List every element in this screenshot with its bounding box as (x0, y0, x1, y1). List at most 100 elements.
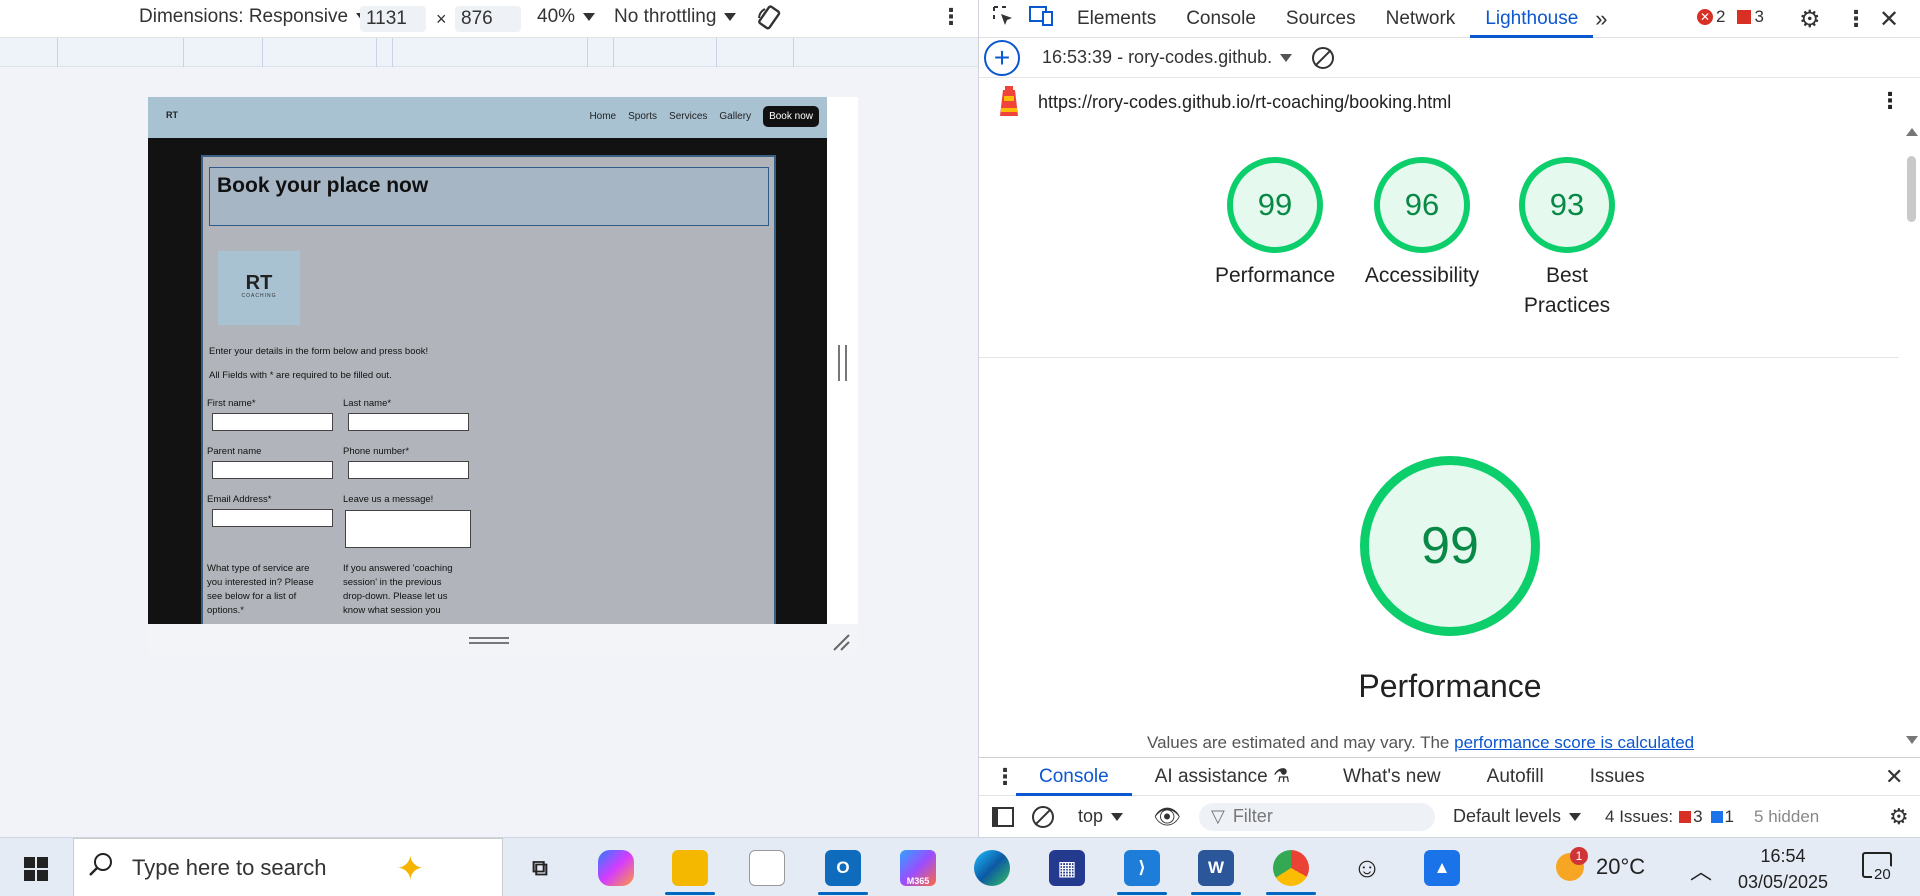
m365-icon[interactable]: M365 (900, 850, 936, 886)
rotate-icon[interactable] (756, 4, 784, 38)
nav-link-sports[interactable]: Sports (628, 111, 657, 122)
media-query-ruler (0, 38, 978, 67)
estimate-note-text: Values are estimated and may vary. The (1147, 733, 1455, 752)
report-scrollbar[interactable] (1902, 128, 1920, 750)
weather-widget[interactable]: 1 20°C (1556, 847, 1645, 881)
throttling-label: No throttling (614, 6, 717, 27)
performance-score-link[interactable]: performance score is calculated (1454, 733, 1694, 752)
log-levels-dropdown[interactable]: Default levels (1453, 806, 1582, 827)
dimensions-dropdown[interactable]: Dimensions: Responsive (139, 6, 369, 28)
ruler-segment[interactable] (793, 38, 953, 67)
windows-start-icon[interactable] (24, 857, 48, 886)
ruler-segment[interactable] (392, 38, 587, 67)
email-field[interactable] (212, 509, 333, 527)
ruler-segment[interactable] (183, 38, 262, 67)
gauge-best-practices[interactable]: 93 Best Practices (1507, 157, 1627, 321)
filter-input[interactable]: ▽ Filter (1198, 802, 1435, 831)
context-selector[interactable]: top (1078, 806, 1124, 827)
close-icon[interactable]: ✕ (1885, 764, 1903, 790)
height-input[interactable]: 876 (455, 6, 521, 32)
more-tabs-icon[interactable]: » (1595, 6, 1607, 32)
drawer-tab-console[interactable]: Console (1016, 766, 1132, 796)
tab-lighthouse[interactable]: Lighthouse (1470, 8, 1594, 38)
sidebar-toggle-icon[interactable] (992, 806, 1014, 827)
site-logo[interactable]: RT (166, 110, 178, 122)
blank-file-icon[interactable] (749, 850, 785, 886)
word-icon[interactable]: W (1198, 850, 1234, 886)
copilot-icon[interactable] (598, 850, 634, 886)
more-options-icon[interactable]: ⋮ (994, 764, 1016, 790)
nav-link-home[interactable]: Home (589, 111, 616, 122)
chrome-icon[interactable] (1273, 850, 1309, 886)
phone-field[interactable] (348, 461, 469, 479)
photos-icon[interactable]: ▲ (1424, 850, 1460, 886)
nav-link-services[interactable]: Services (669, 111, 707, 122)
clock[interactable]: 16:54 03/05/2025 (1735, 843, 1831, 895)
gauge-label: Best Practices (1523, 264, 1611, 317)
notification-count: 20 (1872, 866, 1893, 883)
ruler-segment[interactable] (376, 38, 392, 67)
taskbar-search-box[interactable]: Type here to search ✦ (73, 838, 503, 896)
scrollbar-thumb[interactable] (1907, 156, 1916, 222)
lighthouse-icon (996, 82, 1022, 123)
issues-counter[interactable]: 4 Issues: 3 1 (1605, 807, 1734, 827)
chevron-up-icon[interactable]: ︿ (1690, 854, 1712, 886)
gear-icon[interactable]: ⚙ (1799, 5, 1821, 34)
clear-reports-icon[interactable] (1312, 46, 1335, 69)
drawer-tab-whats-new[interactable]: What's new (1320, 766, 1464, 788)
tab-console[interactable]: Console (1171, 8, 1271, 30)
nav-link-gallery[interactable]: Gallery (719, 111, 751, 122)
ruler-segment[interactable] (613, 38, 716, 67)
device-toggle-icon[interactable] (1028, 5, 1054, 33)
emoji-app-icon[interactable]: ☺ (1349, 850, 1385, 886)
gauge-accessibility[interactable]: 96 Accessibility (1352, 157, 1492, 291)
book-now-button[interactable]: Book now (763, 106, 819, 127)
tab-elements[interactable]: Elements (1062, 8, 1171, 30)
parent-name-field[interactable] (212, 461, 333, 479)
clear-console-icon[interactable] (1032, 805, 1054, 828)
report-url[interactable]: https://rory-codes.github.io/rt-coaching… (1038, 92, 1451, 113)
score-ring: 99 (1227, 157, 1323, 253)
drawer-tab-issues[interactable]: Issues (1567, 766, 1668, 788)
notification-center-icon[interactable]: 20 (1862, 852, 1893, 883)
side-resize-handle[interactable] (838, 345, 847, 381)
booking-title: Book your place now (217, 174, 429, 197)
drawer-tab-ai-assistance[interactable]: AI assistance ⚗ (1132, 765, 1320, 788)
report-selector[interactable]: 16:53:39 - rory-codes.github. (1042, 47, 1293, 68)
more-options-icon[interactable]: ⋮ (1845, 6, 1867, 32)
last-name-field[interactable] (348, 413, 469, 431)
task-view-icon[interactable]: ⧉ (522, 850, 558, 886)
scroll-down-icon[interactable] (1906, 736, 1918, 744)
edge-icon[interactable] (974, 850, 1010, 886)
more-options-icon[interactable]: ⋮ (1879, 88, 1901, 114)
eye-icon[interactable]: 👁 (1153, 804, 1181, 830)
vscode-icon[interactable]: ⟩ (1124, 850, 1160, 886)
width-input[interactable]: 1131 (360, 6, 426, 32)
zoom-dropdown[interactable]: 40% (537, 6, 596, 28)
scroll-up-icon[interactable] (1906, 128, 1918, 136)
gauge-performance-large: 99 Performance (1325, 456, 1575, 705)
drawer-tab-autofill[interactable]: Autofill (1464, 766, 1567, 788)
gear-icon[interactable]: ⚙ (1889, 804, 1909, 830)
ruler-segment[interactable] (262, 38, 376, 67)
gauge-performance[interactable]: 99 Performance (1215, 157, 1335, 291)
throttling-dropdown[interactable]: No throttling (614, 6, 737, 28)
outlook-icon[interactable]: O (825, 850, 861, 886)
file-explorer-icon[interactable] (672, 850, 708, 886)
new-report-button[interactable]: + (984, 39, 1020, 76)
ruler-segment[interactable] (716, 38, 793, 67)
ruler-segment[interactable] (587, 38, 613, 67)
corner-resize-icon[interactable] (832, 633, 850, 651)
error-count[interactable]: ✕ 2 3 (1697, 7, 1764, 27)
tab-network[interactable]: Network (1371, 8, 1471, 30)
logo-subtext: COACHING (241, 293, 277, 299)
tab-sources[interactable]: Sources (1271, 8, 1371, 30)
inspect-element-icon[interactable] (992, 5, 1014, 33)
more-options-icon[interactable]: ⋮ (940, 6, 962, 28)
first-name-field[interactable] (212, 413, 333, 431)
bottom-resize-handle[interactable] (469, 637, 509, 644)
ruler-segment[interactable] (57, 38, 183, 67)
message-textarea[interactable] (345, 510, 471, 548)
store-icon[interactable]: ▦ (1049, 850, 1085, 886)
close-icon[interactable]: ✕ (1879, 5, 1899, 34)
